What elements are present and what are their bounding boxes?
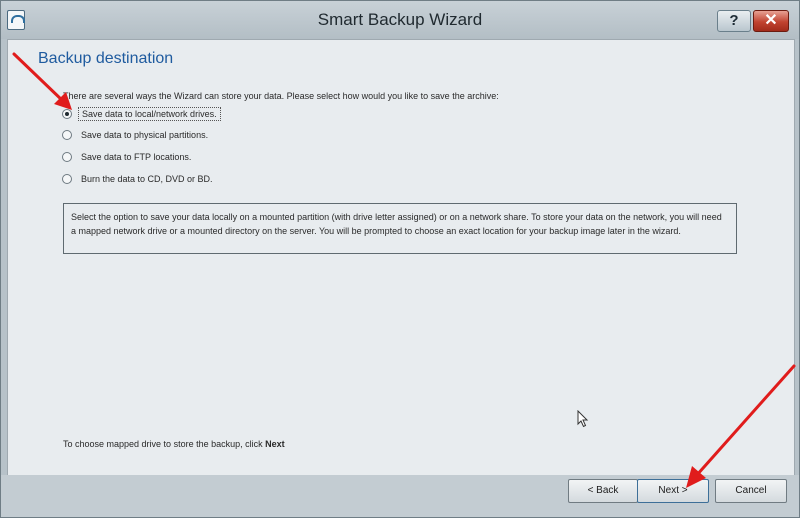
option-physical-partitions[interactable]: Save data to physical partitions. xyxy=(62,129,211,141)
radio-button-checked[interactable] xyxy=(62,109,72,119)
wizard-window: Smart Backup Wizard ? ✕ Backup destinati… xyxy=(0,0,800,518)
radio-button[interactable] xyxy=(62,174,72,184)
footer-hint: To choose mapped drive to store the back… xyxy=(63,439,285,449)
option-label: Save data to physical partitions. xyxy=(81,130,209,140)
option-burn-disc[interactable]: Burn the data to CD, DVD or BD. xyxy=(62,173,216,185)
prompt-text: There are several ways the Wizard can st… xyxy=(63,91,499,101)
radio-button[interactable] xyxy=(62,152,72,162)
option-label: Save data to local/network drives. xyxy=(78,107,221,121)
option-local-network[interactable]: Save data to local/network drives. xyxy=(62,107,221,121)
title-bar[interactable]: Smart Backup Wizard ? ✕ xyxy=(1,1,799,39)
mouse-cursor-icon xyxy=(577,410,589,428)
cancel-button[interactable]: Cancel xyxy=(715,479,787,503)
close-button[interactable]: ✕ xyxy=(753,10,789,32)
radio-button[interactable] xyxy=(62,130,72,140)
back-button[interactable]: < Back xyxy=(568,479,638,503)
description-box: Select the option to save your data loca… xyxy=(63,203,737,254)
next-button[interactable]: Next > xyxy=(637,479,709,503)
option-label: Burn the data to CD, DVD or BD. xyxy=(81,174,213,184)
option-ftp[interactable]: Save data to FTP locations. xyxy=(62,151,194,163)
button-bar: < Back Next > Cancel xyxy=(1,475,799,517)
option-label: Save data to FTP locations. xyxy=(81,152,192,162)
window-title: Smart Backup Wizard xyxy=(317,10,483,29)
footer-hint-text: To choose mapped drive to store the back… xyxy=(63,439,263,449)
wizard-content: Backup destination There are several way… xyxy=(7,39,795,477)
footer-hint-bold: Next xyxy=(265,439,285,449)
help-button[interactable]: ? xyxy=(717,10,751,32)
page-title: Backup destination xyxy=(38,50,174,67)
